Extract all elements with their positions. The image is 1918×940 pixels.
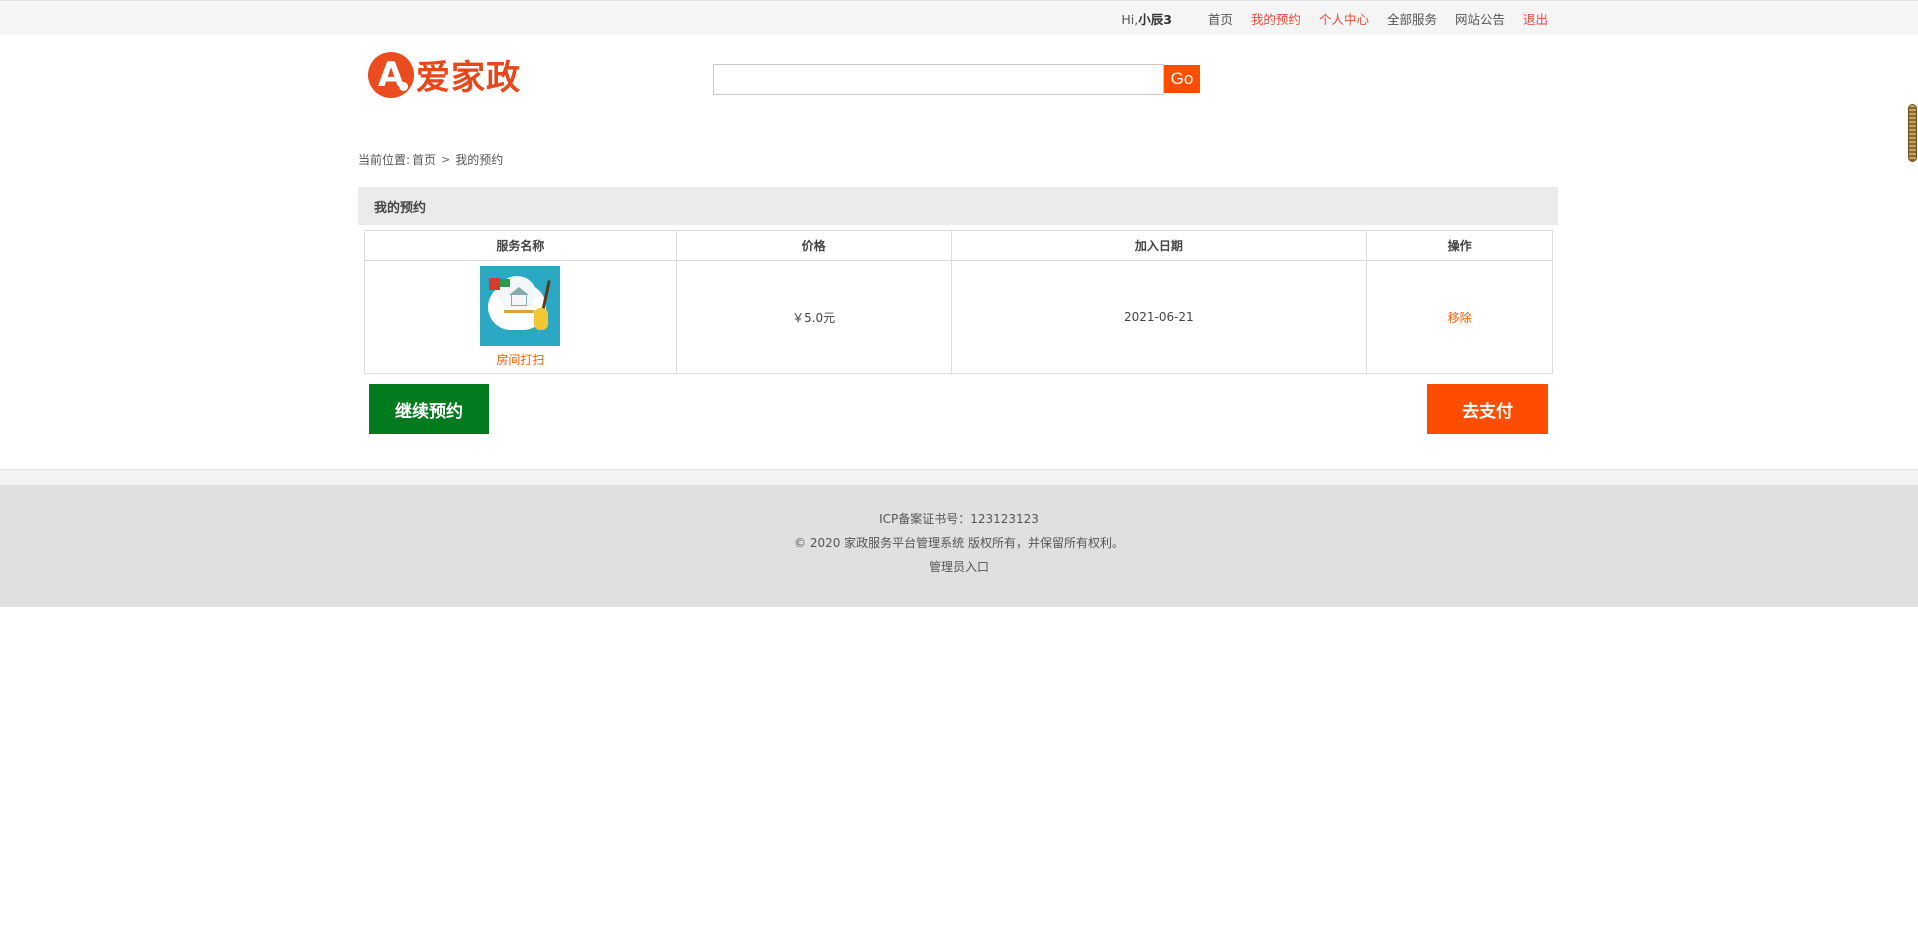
bucket-icon: [489, 278, 501, 290]
column-header-service-name: 服务名称: [364, 230, 677, 261]
search-bar: Go: [713, 64, 1200, 95]
search-input[interactable]: [713, 64, 1164, 95]
breadcrumb-separator-icon: >: [441, 153, 451, 166]
user-greeting: Hi,小辰3: [1121, 9, 1172, 28]
top-nav: Hi,小辰3 首页 我的预约 个人中心 全部服务 网站公告 退出: [1121, 1, 1548, 36]
site-logo[interactable]: A 爱家政: [368, 50, 521, 99]
column-header-price: 价格: [675, 230, 952, 261]
icp-text: ICP备案证书号：123123123: [879, 512, 1039, 526]
breadcrumb-current: 我的预约: [455, 153, 504, 167]
service-cell: 房间打扫: [364, 260, 677, 374]
sponge-icon: [500, 279, 511, 287]
breadcrumb-prefix: 当前位置:: [358, 153, 411, 167]
scrollbar-thumb[interactable]: [1908, 104, 1917, 162]
search-go-button[interactable]: Go: [1164, 65, 1200, 93]
nav-all-services-link[interactable]: 全部服务: [1387, 9, 1437, 28]
table-header-row: 服务名称 价格 加入日期 操作: [364, 230, 1553, 261]
column-header-date: 加入日期: [950, 230, 1368, 261]
breadcrumb-home-link[interactable]: 首页: [412, 151, 436, 168]
footer-divider: [0, 469, 1918, 485]
pay-button[interactable]: 去支付: [1427, 384, 1548, 434]
service-name-link[interactable]: 房间打扫: [365, 351, 676, 368]
house-icon: [511, 294, 528, 306]
admin-entry-link[interactable]: 管理员入口: [929, 560, 989, 574]
column-header-action: 操作: [1366, 230, 1553, 261]
nav-home-link[interactable]: 首页: [1208, 9, 1233, 28]
top-bar: Hi,小辰3 首页 我的预约 个人中心 全部服务 网站公告 退出: [0, 0, 1918, 35]
continue-booking-button[interactable]: 继续预约: [369, 384, 489, 434]
breadcrumb: 当前位置: 首页 > 我的预约: [358, 151, 503, 168]
table-row: 房间打扫 ￥5.0元 2021-06-21 移除: [364, 260, 1553, 374]
label-bar: [504, 310, 535, 313]
panel-title: 我的预约: [358, 187, 1558, 225]
nav-user-center-link[interactable]: 个人中心: [1319, 9, 1369, 28]
logo-text: 爱家政: [416, 58, 521, 98]
bookings-table: 服务名称 价格 加入日期 操作 房间打扫 ￥5.0元 2021-06-21 移除: [364, 230, 1553, 374]
price-cell: ￥5.0元: [675, 260, 952, 374]
footer: ICP备案证书号：123123123 © 2020 家政服务平台管理系统 版权所…: [0, 485, 1918, 607]
username: 小辰3: [1138, 12, 1172, 27]
date-cell: 2021-06-21: [950, 260, 1368, 374]
copyright-text: © 2020 家政服务平台管理系统 版权所有，并保留所有权利。: [794, 536, 1124, 550]
nav-my-bookings-link[interactable]: 我的预约: [1251, 9, 1301, 28]
nav-announcements-link[interactable]: 网站公告: [1455, 9, 1505, 28]
action-cell: 移除: [1366, 260, 1553, 374]
glove-icon: [534, 308, 549, 330]
nav-logout-link[interactable]: 退出: [1523, 9, 1548, 28]
remove-link[interactable]: 移除: [1448, 311, 1472, 325]
logo-badge-icon: A: [368, 51, 414, 98]
service-thumbnail[interactable]: [480, 266, 561, 346]
greeting-prefix: Hi,: [1121, 12, 1139, 27]
